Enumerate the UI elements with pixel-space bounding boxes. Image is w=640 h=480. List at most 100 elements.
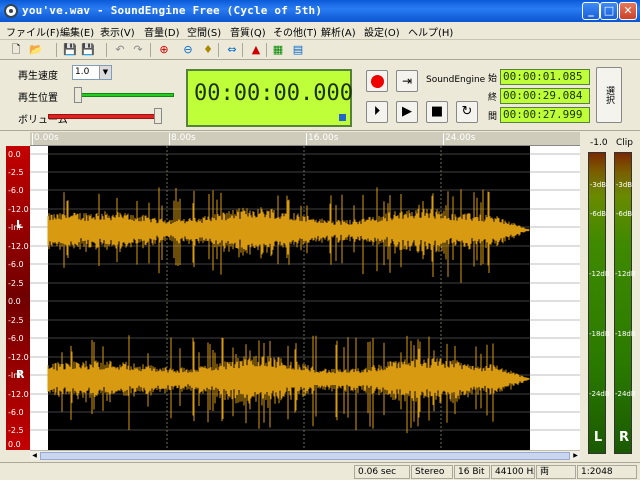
- app-icon[interactable]: [4, 4, 18, 18]
- menu-help[interactable]: ヘルプ(H): [408, 24, 453, 39]
- horizontal-scrollbar[interactable]: ◀ ▶: [30, 450, 580, 460]
- position-label: 再生位置: [18, 93, 58, 104]
- chevron-down-icon[interactable]: ▼: [99, 66, 111, 79]
- db-label: 0.0: [8, 150, 21, 159]
- db-label: -6.0: [8, 408, 24, 417]
- volume-down-icon[interactable]: ⊖: [180, 42, 196, 58]
- app-window: you've.wav - SoundEngine Free (Cycle of …: [0, 0, 640, 480]
- db-label: -6.0: [8, 334, 24, 343]
- loop-button[interactable]: ↻: [456, 101, 478, 123]
- meter-tick: -6dB: [589, 210, 607, 218]
- meter-tick: -3dB: [615, 181, 633, 189]
- play-from-start-button[interactable]: ⏵: [366, 101, 388, 123]
- meter-tick: -6dB: [615, 210, 633, 218]
- stop-button[interactable]: ■: [426, 101, 448, 123]
- status-zoom: 1:2048: [577, 465, 637, 479]
- window-title: you've.wav - SoundEngine Free (Cycle of …: [22, 4, 323, 17]
- level-meters: -1.0 Clip -3dB -6dB -12dB -18dB -24dB L …: [584, 132, 640, 462]
- new-file-icon[interactable]: 🗋: [8, 42, 24, 58]
- waveform-panel[interactable]: 0.00s 8.00s 16.00s 24.00s 0.0 -2.5 -6.0 …: [0, 132, 580, 462]
- menu-space[interactable]: 空間(S): [187, 24, 221, 39]
- menu-edit[interactable]: 編集(E): [60, 24, 94, 39]
- volume-up-icon[interactable]: ⊕: [156, 42, 172, 58]
- db-label: -6.0: [8, 186, 24, 195]
- input-select-button[interactable]: ⇥: [396, 70, 418, 92]
- position-slider-thumb[interactable]: [74, 87, 82, 103]
- db-label: 0.0: [8, 297, 21, 306]
- db-label: -12.0: [8, 242, 29, 251]
- indicator-square: [339, 114, 346, 121]
- stop-icon: ■: [430, 104, 444, 119]
- open-folder-icon[interactable]: 📂: [28, 42, 44, 58]
- channel-label-left: L: [16, 218, 24, 231]
- meter-tick: -24dB: [615, 390, 636, 398]
- volume-slider[interactable]: [48, 114, 160, 119]
- settings-panel-icon[interactable]: ▤: [290, 42, 306, 58]
- end-label: 終: [488, 93, 498, 103]
- toolbar-separator: [218, 43, 219, 57]
- normalize-icon[interactable]: ♦: [200, 42, 216, 58]
- toolbar-separator: [150, 43, 151, 57]
- speed-select[interactable]: 1.0 ▼: [72, 65, 112, 80]
- scrollbar-thumb[interactable]: [40, 452, 570, 460]
- play-button[interactable]: ▶: [396, 101, 418, 123]
- end-time[interactable]: 00:00:29.084: [500, 88, 590, 104]
- menu-volume[interactable]: 音量(D): [144, 24, 180, 39]
- save-icon[interactable]: 💾: [62, 42, 78, 58]
- redo-icon[interactable]: ↷: [130, 42, 146, 58]
- ruler-tick: 8.00s: [169, 133, 196, 145]
- span-time[interactable]: 00:00:27.999: [500, 107, 590, 123]
- menu-bar: ファイル(F) 編集(E) 表示(V) 音量(D) 空間(S) 音質(Q) その…: [0, 22, 640, 40]
- ruler-tick: 16.00s: [305, 133, 339, 145]
- menu-quality[interactable]: 音質(Q): [230, 24, 266, 39]
- close-button[interactable]: ✕: [619, 2, 637, 20]
- title-bar[interactable]: you've.wav - SoundEngine Free (Cycle of …: [0, 0, 640, 22]
- speed-value: 1.0: [75, 67, 90, 77]
- meter-right-letter: R: [618, 430, 629, 445]
- wave-selection[interactable]: [48, 146, 530, 450]
- meter-peak-value: -1.0: [590, 138, 608, 148]
- current-time: 00:00:00.000: [194, 81, 353, 106]
- menu-settings[interactable]: 設定(O): [364, 24, 400, 39]
- scroll-left-icon[interactable]: ◀: [30, 451, 39, 460]
- play-icon: ▶: [402, 104, 412, 119]
- status-channels: Stereo: [411, 465, 453, 479]
- meter-tick: -12dB: [589, 270, 610, 278]
- minimize-button[interactable]: _: [582, 2, 600, 20]
- menu-analyze[interactable]: 解析(A): [321, 24, 356, 39]
- time-ruler[interactable]: 0.00s 8.00s 16.00s 24.00s: [30, 132, 580, 146]
- toolbar-separator: [106, 43, 107, 57]
- record-icon: [370, 75, 384, 88]
- waveform-display[interactable]: [30, 146, 580, 450]
- db-scale: 0.0 -2.5 -6.0 -12.0 -Inf -12.0 -6.0 -2.5…: [6, 146, 30, 450]
- play-start-icon: ⏵: [373, 104, 381, 119]
- menu-view[interactable]: 表示(V): [100, 24, 135, 39]
- status-rate: 44100 Hz: [491, 465, 535, 479]
- scroll-right-icon[interactable]: ▶: [571, 451, 580, 460]
- volume-slider-thumb[interactable]: [154, 108, 163, 124]
- arrow-into-box-icon: ⇥: [401, 74, 413, 88]
- select-button[interactable]: 選択: [596, 67, 622, 123]
- start-label: 始: [488, 74, 498, 84]
- maximize-button[interactable]: □: [600, 2, 618, 20]
- undo-icon[interactable]: ↶: [112, 42, 128, 58]
- menu-file[interactable]: ファイル(F): [6, 24, 60, 39]
- menu-other[interactable]: その他(T): [273, 24, 317, 39]
- toolbar-separator: [242, 43, 243, 57]
- save-as-icon[interactable]: 💾: [80, 42, 96, 58]
- db-label: -2.5: [8, 426, 24, 435]
- ruler-tick: 24.00s: [442, 133, 476, 145]
- fit-width-icon[interactable]: ⇔: [224, 42, 240, 58]
- analyze-icon[interactable]: ▲: [248, 42, 264, 58]
- spectrum-icon[interactable]: ▦: [270, 42, 286, 58]
- meter-tick: -12dB: [615, 270, 636, 278]
- position-slider[interactable]: [76, 93, 174, 97]
- status-bar: 0.06 sec Stereo 16 Bit 44100 Hz 両 1:2048: [0, 462, 640, 480]
- meter-clip-label[interactable]: Clip: [616, 138, 633, 148]
- record-button[interactable]: [366, 70, 388, 92]
- meter-tick: -3dB: [589, 181, 607, 189]
- start-time[interactable]: 00:00:01.085: [500, 69, 590, 85]
- db-label: -2.5: [8, 168, 24, 177]
- engine-label: SoundEngine: [426, 75, 486, 85]
- span-label: 間: [488, 112, 498, 122]
